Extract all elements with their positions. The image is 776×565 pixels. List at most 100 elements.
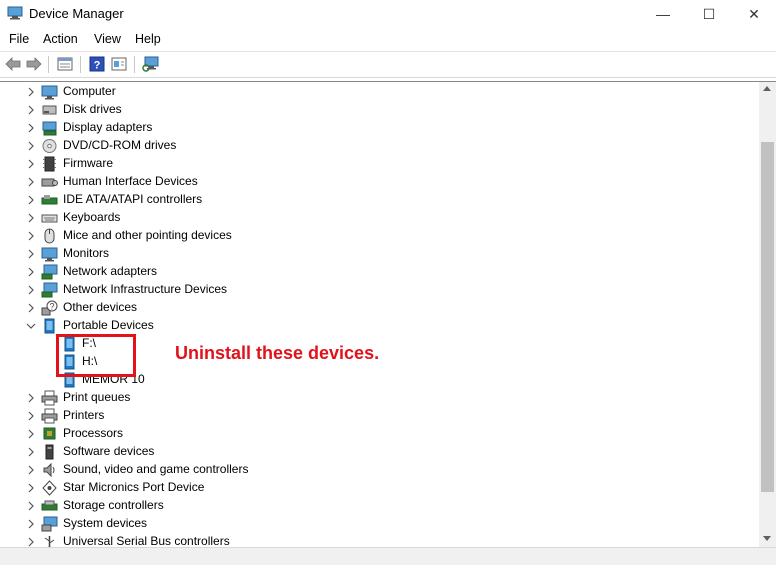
- print-queue-icon: [41, 390, 58, 406]
- menu-file[interactable]: File: [9, 32, 29, 46]
- tree-category-item[interactable]: Human Interface Devices: [0, 173, 760, 191]
- tree-item-label: Print queues: [63, 390, 131, 404]
- chevron-right-icon[interactable]: [26, 122, 36, 134]
- network-infrastructure-icon: [41, 282, 58, 298]
- tree-category-item[interactable]: System devices: [0, 515, 760, 533]
- hid-icon: [41, 174, 58, 190]
- scrollbar-thumb[interactable]: [761, 142, 774, 492]
- sound-icon: [41, 462, 58, 478]
- vertical-scrollbar[interactable]: [759, 82, 776, 547]
- chevron-right-icon[interactable]: [26, 212, 36, 224]
- close-button[interactable]: ✕: [731, 0, 776, 28]
- chevron-right-icon[interactable]: [26, 176, 36, 188]
- forward-icon: [26, 57, 42, 71]
- tree-item-label: Keyboards: [63, 210, 121, 224]
- chevron-down-icon[interactable]: [26, 320, 36, 332]
- tree-item-label: Mice and other pointing devices: [63, 228, 232, 242]
- chevron-right-icon[interactable]: [26, 194, 36, 206]
- chevron-right-icon[interactable]: [26, 446, 36, 458]
- tree-item-label: Sound, video and game controllers: [63, 462, 249, 476]
- help-icon: ?: [89, 56, 105, 72]
- tree-item-label: Disk drives: [63, 102, 122, 116]
- back-button[interactable]: [4, 55, 22, 73]
- tree-category-item[interactable]: Print queues: [0, 389, 760, 407]
- help-button[interactable]: ?: [88, 55, 106, 73]
- menu-help[interactable]: Help: [135, 32, 161, 46]
- maximize-icon: ☐: [702, 5, 716, 22]
- tree-category-item[interactable]: Firmware: [0, 155, 760, 173]
- disk-drive-icon: [41, 102, 58, 118]
- tree-category-item[interactable]: Portable Devices: [0, 317, 760, 335]
- chevron-right-icon[interactable]: [26, 86, 36, 98]
- device-tree[interactable]: Computer Disk drives Display adapters DVD/C…: [0, 81, 776, 547]
- tree-category-item[interactable]: Storage controllers: [0, 497, 760, 515]
- tree-category-item[interactable]: Computer: [0, 83, 760, 101]
- tree-category-item[interactable]: Disk drives: [0, 101, 760, 119]
- scroll-up-icon[interactable]: [763, 86, 771, 91]
- chevron-right-icon[interactable]: [26, 266, 36, 278]
- tree-category-item[interactable]: IDE ATA/ATAPI controllers: [0, 191, 760, 209]
- tree-item-label: Software devices: [63, 444, 155, 458]
- chevron-right-icon[interactable]: [26, 518, 36, 530]
- chevron-right-icon[interactable]: [26, 464, 36, 476]
- tree-category-item[interactable]: DVD/CD-ROM drives: [0, 137, 760, 155]
- tree-category-item[interactable]: Monitors: [0, 245, 760, 263]
- software-device-icon: [41, 444, 58, 460]
- chevron-right-icon[interactable]: [26, 104, 36, 116]
- portable-device-icon: [41, 318, 58, 334]
- tree-category-item[interactable]: Display adapters: [0, 119, 760, 137]
- tree-item-label: Universal Serial Bus controllers: [63, 534, 230, 547]
- maximize-button[interactable]: ☐: [686, 0, 732, 28]
- scroll-down-icon[interactable]: [763, 536, 771, 541]
- minimize-button[interactable]: —: [640, 0, 686, 28]
- chevron-right-icon[interactable]: [26, 428, 36, 440]
- forward-button[interactable]: [25, 55, 43, 73]
- tree-category-item[interactable]: Mice and other pointing devices: [0, 227, 760, 245]
- chevron-right-icon[interactable]: [26, 410, 36, 422]
- menu-action[interactable]: Action: [43, 32, 78, 46]
- update-driver-button[interactable]: [110, 55, 128, 73]
- chevron-right-icon[interactable]: [26, 140, 36, 152]
- tree-category-item[interactable]: Printers: [0, 407, 760, 425]
- tree-category-item[interactable]: Network adapters: [0, 263, 760, 281]
- unknown-device-icon: ?: [41, 300, 58, 316]
- display-adapter-icon: [41, 120, 58, 136]
- chevron-right-icon[interactable]: [26, 158, 36, 170]
- tree-item-label: DVD/CD-ROM drives: [63, 138, 177, 152]
- dvd-drive-icon: [41, 138, 58, 154]
- chevron-right-icon[interactable]: [26, 230, 36, 242]
- mouse-icon: [41, 228, 58, 244]
- chevron-right-icon[interactable]: [26, 482, 36, 494]
- tree-category-item[interactable]: Network Infrastructure Devices: [0, 281, 760, 299]
- tree-category-item[interactable]: Keyboards: [0, 209, 760, 227]
- properties-button[interactable]: [56, 55, 74, 73]
- tree-category-item[interactable]: Processors: [0, 425, 760, 443]
- computer-icon: [41, 84, 58, 100]
- scan-hardware-icon: [142, 56, 159, 72]
- svg-text:?: ?: [49, 302, 54, 312]
- chevron-right-icon[interactable]: [26, 284, 36, 296]
- status-bar: [0, 547, 776, 565]
- printer-icon: [41, 408, 58, 424]
- port-device-icon: [41, 480, 58, 496]
- tree-category-item[interactable]: Software devices: [0, 443, 760, 461]
- scan-hardware-button[interactable]: [142, 55, 160, 73]
- tree-item-label: Human Interface Devices: [63, 174, 198, 188]
- chevron-right-icon[interactable]: [26, 302, 36, 314]
- title-bar: Device Manager — ☐ ✕: [0, 0, 776, 28]
- chevron-right-icon[interactable]: [26, 500, 36, 512]
- tree-category-item[interactable]: Star Micronics Port Device: [0, 479, 760, 497]
- tree-item-label: Computer: [63, 84, 116, 98]
- tree-item-label: Monitors: [63, 246, 110, 260]
- device-manager-icon: [7, 6, 23, 20]
- tree-category-item[interactable]: Sound, video and game controllers: [0, 461, 760, 479]
- svg-text:?: ?: [94, 60, 101, 72]
- chevron-right-icon[interactable]: [26, 248, 36, 260]
- close-icon: ✕: [748, 5, 760, 22]
- menu-view[interactable]: View: [94, 32, 121, 46]
- minimize-icon: —: [656, 6, 670, 22]
- chevron-right-icon[interactable]: [26, 392, 36, 404]
- tree-category-item[interactable]: ? Other devices: [0, 299, 760, 317]
- tree-category-item[interactable]: Universal Serial Bus controllers: [0, 533, 760, 547]
- chevron-right-icon[interactable]: [26, 536, 36, 547]
